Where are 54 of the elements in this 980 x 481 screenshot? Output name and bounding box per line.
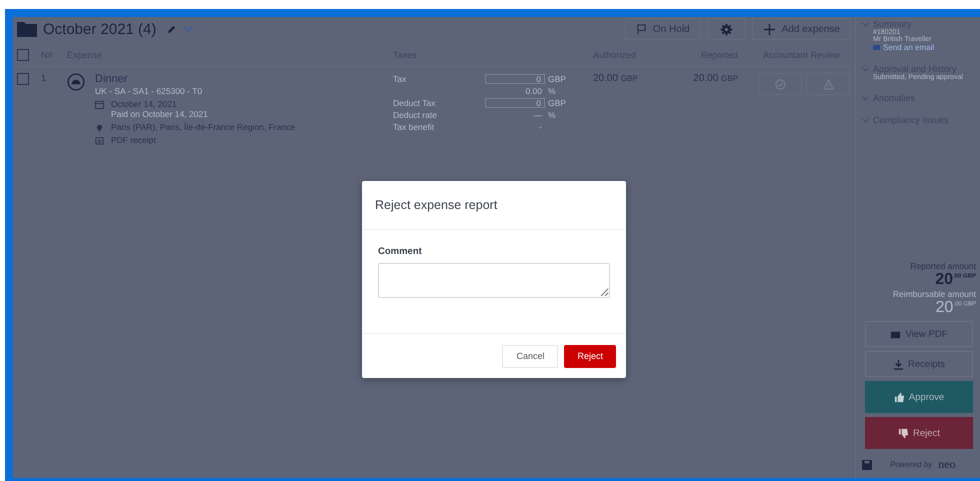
warning-review-button[interactable] [806,73,850,95]
reported-total: 20$^{.00 GBP}$ [935,271,976,289]
tax-value: - [538,122,543,132]
tax-unit: % [548,86,556,96]
pencil-icon[interactable] [166,24,178,34]
paid-date: Paid on October 14, 2021 [111,109,208,119]
send-email-link[interactable]: Send an email [883,43,934,52]
tax-value: — [532,110,543,120]
tax-label: Deduct rate [393,110,437,120]
approve-review-button[interactable] [758,73,802,95]
cancel-button[interactable]: Cancel [502,344,558,368]
tax-value: 0.00 [524,86,543,96]
plus-icon [762,22,776,36]
map-pin-icon [95,123,104,132]
thumbs-up-icon [894,392,905,402]
chevron-down-icon[interactable] [862,66,869,72]
field-label: Comment [378,246,423,257]
amount-label: Reimbursable amount [892,289,976,299]
reject-button[interactable]: Reject [865,417,973,449]
report-title: October 2021 (4) [43,20,156,38]
approve-button[interactable]: Approve [865,381,973,413]
envelope-icon [873,45,880,50]
tax-unit: % [548,110,556,120]
download-icon [893,358,904,370]
calendar-icon [95,100,104,109]
row-checkbox[interactable] [17,73,29,85]
dialog-title: Reject expense report [375,198,498,212]
brand-logo-text: neo [938,457,956,472]
receipt-icon [95,136,104,145]
chevron-down-icon[interactable] [862,22,869,26]
tax-unit: GBP [548,98,566,108]
folder-icon [17,21,37,37]
flag-icon [636,24,647,34]
thumbs-down-icon [898,428,910,438]
tax-label: Tax benefit [393,122,434,132]
expense-code: UK - SA - SA1 - 625300 - T0 [95,86,204,96]
chevron-down-icon[interactable] [862,96,869,100]
select-all-checkbox[interactable] [17,49,29,61]
check-circle-icon [774,78,786,90]
reimbursable-total: 20$^{.00 GBP}$ [936,299,976,317]
chevron-down-icon[interactable] [862,118,869,122]
settings-icon [720,22,733,36]
tax-unit: GBP [548,74,566,84]
tax-label: Deduct Tax [393,98,436,108]
tax-input[interactable]: 0 [485,74,545,84]
cloche-icon [67,73,85,91]
warning-icon [822,78,834,90]
comment-field[interactable] [378,263,610,298]
tax-label: Tax [393,74,406,84]
chevron-down-icon[interactable] [183,25,194,33]
reject-button[interactable]: Reject [564,344,616,368]
save-icon[interactable] [862,460,872,470]
tax-input[interactable]: 0 [485,98,545,108]
settings-button[interactable] [706,18,746,40]
